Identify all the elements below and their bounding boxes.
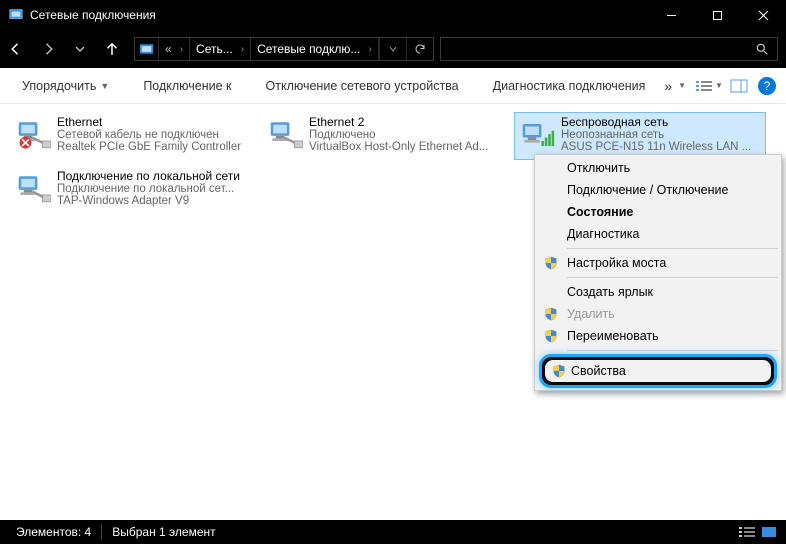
- context-menu-label: Диагностика: [567, 227, 639, 241]
- adapter-device: TAP-Windows Adapter V9: [57, 195, 257, 207]
- context-menu-label: Удалить: [567, 307, 615, 321]
- breadcrumb-item-1[interactable]: Сетевые подклю...›: [251, 38, 379, 60]
- adapter-name: Подключение по локальной сети: [57, 169, 257, 183]
- breadcrumb-history[interactable]: «›: [159, 38, 190, 60]
- organize-label: Упорядочить: [22, 79, 96, 93]
- adapter-icon: [267, 115, 305, 155]
- context-menu-separator: [567, 277, 778, 278]
- app-icon: [8, 7, 24, 23]
- context-menu-item[interactable]: Диагностика: [537, 223, 779, 245]
- context-menu-label: Настройка моста: [567, 256, 666, 270]
- adapter-device: ASUS PCE-N15 11n Wireless LAN ...: [561, 141, 761, 153]
- context-menu-item[interactable]: Подключение / Отключение: [537, 179, 779, 201]
- address-dropdown[interactable]: [379, 38, 406, 60]
- up-button[interactable]: [96, 34, 128, 64]
- titlebar: Сетевые подключения: [0, 0, 786, 30]
- search-icon: [751, 42, 773, 56]
- shield-icon: [543, 255, 559, 271]
- diagnose-connection-button[interactable]: Диагностика подключения: [483, 72, 656, 100]
- shield-icon: [551, 363, 567, 379]
- context-menu-separator: [567, 248, 778, 249]
- close-button[interactable]: [740, 0, 786, 30]
- breadcrumb-label: Сетевые подклю...: [257, 42, 360, 56]
- adapter-device: VirtualBox Host-Only Ethernet Ad...: [309, 141, 509, 153]
- adapter-item[interactable]: EthernetСетевой кабель не подключенRealt…: [10, 112, 262, 160]
- adapter-name: Ethernet: [57, 115, 257, 129]
- preview-pane-button[interactable]: [724, 73, 754, 99]
- context-menu-item[interactable]: Переименовать: [537, 325, 779, 347]
- disable-device-button[interactable]: Отключение сетевого устройства: [256, 72, 469, 100]
- nav-row: «› Сеть...› Сетевые подклю...›: [0, 30, 786, 68]
- breadcrumb-label: Сеть...: [196, 42, 233, 56]
- context-menu-label: Состояние: [567, 205, 633, 219]
- adapter-icon: [519, 115, 557, 155]
- dropdown-icon: ▼: [100, 81, 109, 91]
- adapter-icon: [15, 169, 53, 209]
- adapter-device: Realtek PCIe GbE Family Controller: [57, 141, 257, 153]
- context-menu-separator: [567, 350, 778, 351]
- disable-label: Отключение сетевого устройства: [266, 79, 459, 93]
- connect-to-button[interactable]: Подключение к: [133, 72, 241, 100]
- address-icon: [135, 38, 159, 60]
- context-menu-item[interactable]: Настройка моста: [537, 252, 779, 274]
- toolbar-overflow-button[interactable]: »▼: [658, 72, 694, 100]
- search-input[interactable]: [441, 42, 751, 56]
- help-icon: ?: [764, 79, 771, 93]
- window-title: Сетевые подключения: [30, 8, 156, 22]
- adapter-icon: [15, 115, 53, 155]
- adapter-status: Подключено: [309, 129, 509, 141]
- context-menu-label: Переименовать: [567, 329, 659, 343]
- adapter-item[interactable]: Подключение по локальной сетиПодключение…: [10, 166, 262, 214]
- context-menu-item-highlighted[interactable]: Свойства: [537, 354, 779, 388]
- context-menu-item[interactable]: Состояние: [537, 201, 779, 223]
- adapter-name: Беспроводная сеть: [561, 115, 761, 129]
- view-details-button[interactable]: [736, 523, 758, 541]
- help-button[interactable]: ?: [758, 77, 776, 95]
- organize-button[interactable]: Упорядочить ▼: [12, 72, 119, 100]
- minimize-button[interactable]: [648, 0, 694, 30]
- status-bar: Элементов: 4 Выбран 1 элемент: [0, 520, 786, 544]
- context-menu-label: Свойства: [571, 364, 626, 378]
- recent-locations-button[interactable]: [64, 34, 96, 64]
- refresh-button[interactable]: [406, 38, 433, 60]
- context-menu-label: Создать ярлык: [567, 285, 653, 299]
- connect-label: Подключение к: [143, 79, 231, 93]
- shield-icon: [543, 306, 559, 322]
- adapter-name: Ethernet 2: [309, 115, 509, 129]
- context-menu: Отключить Подключение / Отключение Состоян…: [534, 154, 782, 391]
- view-options-button[interactable]: ▼: [694, 73, 724, 99]
- view-large-icons-button[interactable]: [758, 523, 780, 541]
- context-menu-item[interactable]: Создать ярлык: [537, 281, 779, 303]
- context-menu-item[interactable]: Отключить: [537, 157, 779, 179]
- overflow-label: »: [664, 78, 674, 94]
- diagnose-label: Диагностика подключения: [493, 79, 646, 93]
- adapter-item[interactable]: Беспроводная сетьНеопознанная сетьASUS P…: [514, 112, 766, 160]
- status-item-count: Элементов: 4: [6, 524, 102, 540]
- search-box[interactable]: [440, 37, 778, 61]
- adapter-status: Сетевой кабель не подключен: [57, 129, 257, 141]
- address-bar[interactable]: «› Сеть...› Сетевые подклю...›: [134, 37, 434, 61]
- adapter-item[interactable]: Ethernet 2ПодключеноVirtualBox Host-Only…: [262, 112, 514, 160]
- forward-button[interactable]: [32, 34, 64, 64]
- content-area: EthernetСетевой кабель не подключенRealt…: [0, 104, 786, 520]
- adapter-status: Подключение по локальной сет...: [57, 183, 257, 195]
- context-menu-label: Подключение / Отключение: [567, 183, 728, 197]
- maximize-button[interactable]: [694, 0, 740, 30]
- toolbar: Упорядочить ▼ Подключение к Отключение с…: [0, 68, 786, 104]
- breadcrumb-item-0[interactable]: Сеть...›: [190, 38, 251, 60]
- back-button[interactable]: [0, 34, 32, 64]
- adapter-status: Неопознанная сеть: [561, 129, 761, 141]
- context-menu-label: Отключить: [567, 161, 630, 175]
- shield-icon: [543, 328, 559, 344]
- status-selection: Выбран 1 элемент: [102, 524, 225, 540]
- context-menu-item: Удалить: [537, 303, 779, 325]
